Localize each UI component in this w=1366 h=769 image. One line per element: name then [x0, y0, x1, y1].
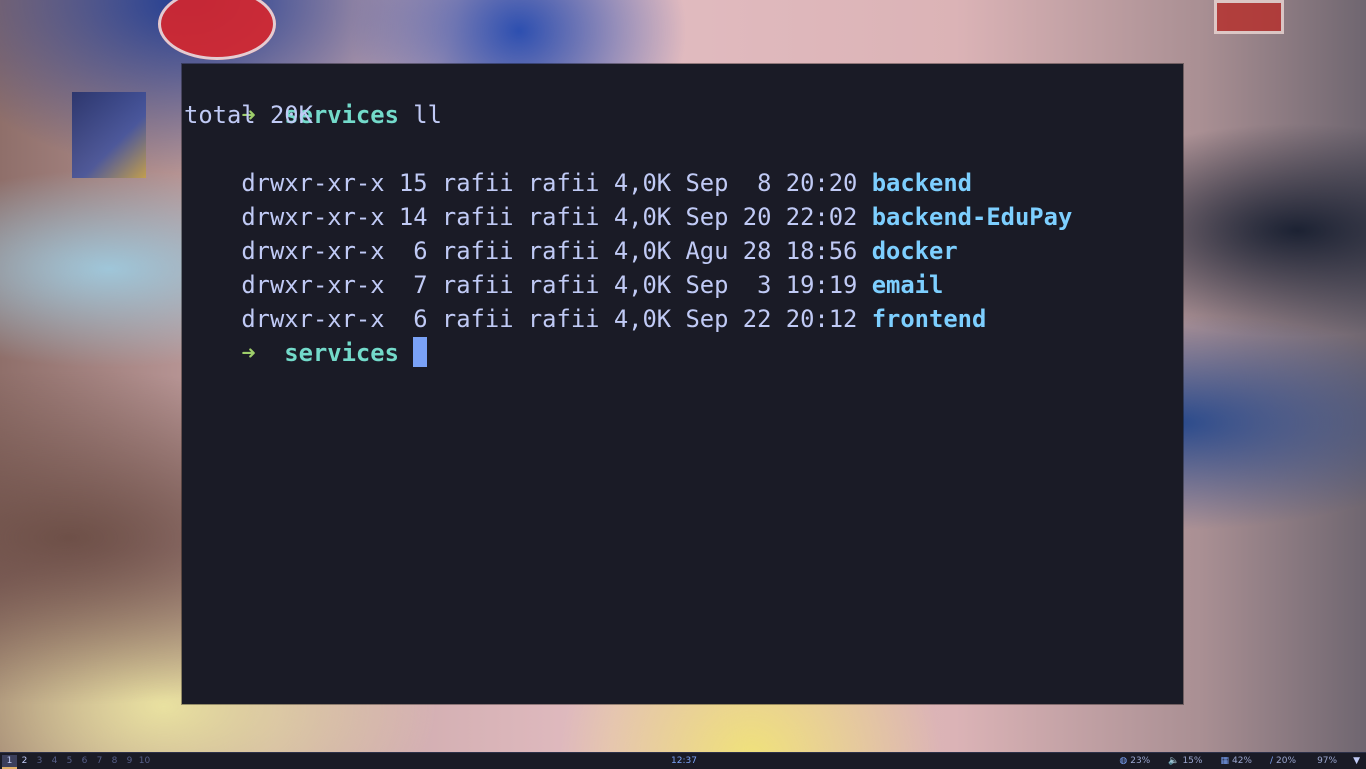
workspace-button-3[interactable]: 3	[32, 755, 47, 769]
workspace-button-1[interactable]: 1	[2, 755, 17, 769]
battery-value: 97%	[1317, 756, 1338, 766]
cpu-icon: ◍	[1119, 756, 1128, 766]
disk-usage[interactable]: / 20%	[1270, 755, 1296, 767]
status-bar: 1 2 3 4 5 6 7 8 9 10 12:37 ◍ 23% 🔈 15% ▦…	[0, 752, 1366, 769]
workspace-button-4[interactable]: 4	[47, 755, 62, 769]
prompt-arrow-icon: ➜	[241, 339, 256, 367]
wallpaper-sign	[1214, 0, 1284, 34]
volume-control[interactable]: 🔈 15%	[1168, 755, 1202, 767]
workspace-button-5[interactable]: 5	[62, 755, 77, 769]
wallpaper-sticker	[158, 0, 276, 60]
cpu-usage[interactable]: ◍ 23%	[1119, 755, 1150, 767]
clock[interactable]: 12:37	[671, 755, 697, 767]
prompt-cwd: services	[284, 339, 399, 367]
terminal-window[interactable]: ➜ services ll total 20K drwxr-xr-x 15 ra…	[182, 64, 1183, 704]
system-tray: ◍ 23% 🔈 15% ▦ 42% / 20% 97% ▼	[1101, 755, 1360, 767]
cpu-value: 23%	[1130, 756, 1151, 766]
battery-status[interactable]: 97%	[1314, 755, 1337, 767]
output-total: total 20K	[184, 101, 313, 129]
workspace-switcher: 1 2 3 4 5 6 7 8 9 10	[2, 755, 152, 769]
workspace-button-10[interactable]: 10	[137, 755, 152, 769]
tray-menu-icon[interactable]: ▼	[1353, 755, 1360, 767]
volume-icon: 🔈	[1168, 756, 1180, 766]
workspace-button-7[interactable]: 7	[92, 755, 107, 769]
prompt-command: ll	[413, 101, 442, 129]
volume-value: 15%	[1182, 756, 1203, 766]
workspace-button-9[interactable]: 9	[122, 755, 137, 769]
wallpaper-poster	[72, 92, 146, 178]
memory-usage[interactable]: ▦ 42%	[1220, 755, 1252, 767]
active-prompt-line[interactable]: ➜ services	[184, 302, 428, 404]
workspace-button-8[interactable]: 8	[107, 755, 122, 769]
memory-value: 42%	[1231, 756, 1252, 766]
memory-icon: ▦	[1220, 756, 1229, 766]
disk-icon: /	[1270, 756, 1274, 766]
directory-name: frontend	[871, 305, 987, 333]
text-cursor[interactable]	[413, 337, 428, 367]
workspace-button-2[interactable]: 2	[17, 755, 32, 769]
disk-value: 20%	[1276, 756, 1297, 766]
workspace-button-6[interactable]: 6	[77, 755, 92, 769]
